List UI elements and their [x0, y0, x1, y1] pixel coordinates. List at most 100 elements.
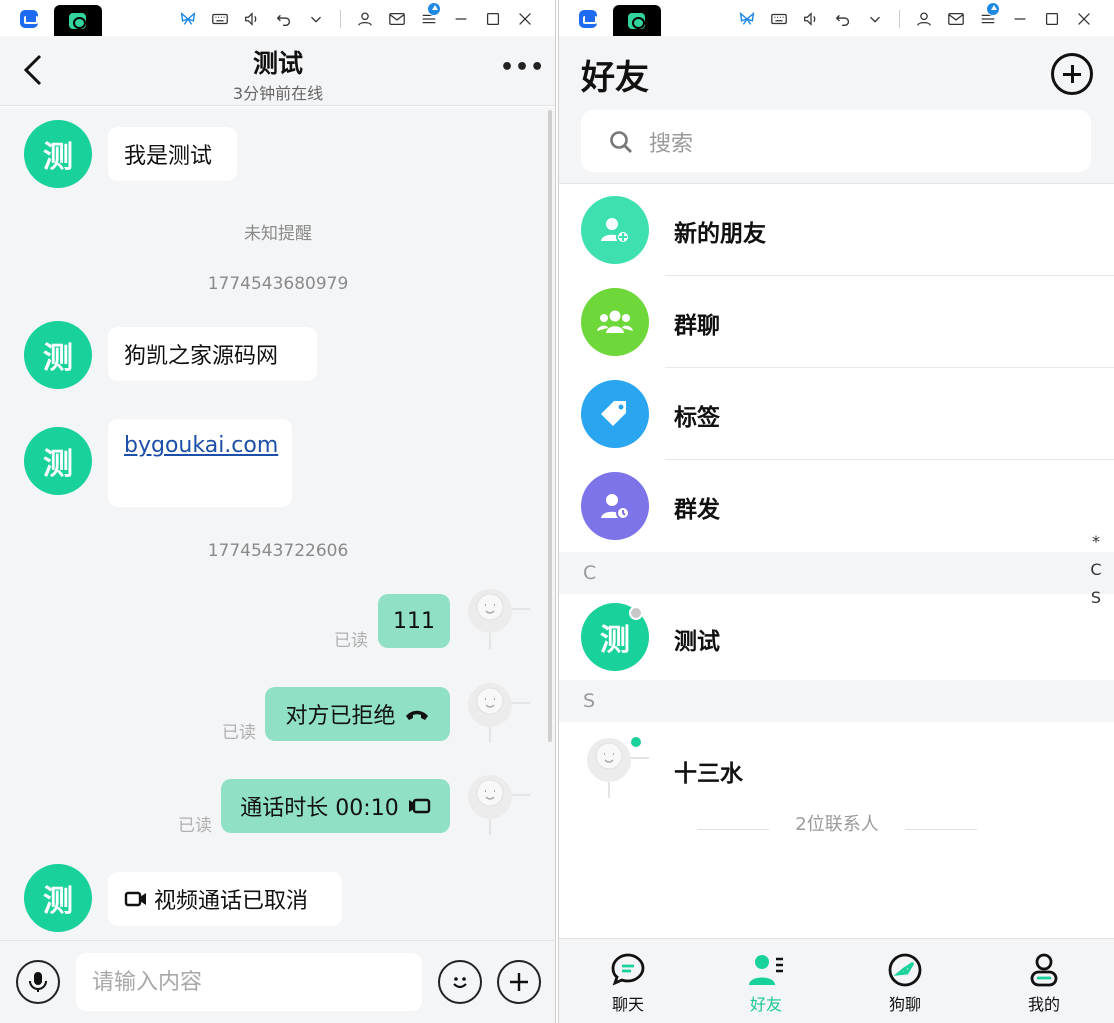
titlebar-separator [340, 10, 341, 28]
call-duration-text: 通话时长 00:10 [240, 796, 399, 821]
timestamp: 1774543722606 [207, 541, 349, 561]
nav-label: 好友 [749, 995, 782, 1014]
app-tab[interactable] [54, 5, 102, 36]
avatar[interactable]: 测 [24, 120, 92, 188]
more-button[interactable]: ••• [500, 57, 544, 84]
minimize-icon[interactable] [1004, 8, 1036, 30]
video-camera-icon [124, 891, 146, 907]
video-cancelled-text: 视频通话已取消 [154, 889, 309, 914]
minimize-icon[interactable] [445, 8, 477, 30]
nav-chat[interactable]: 聊天 [583, 947, 673, 1019]
online-status-dot [629, 735, 643, 749]
titlebar-separator [899, 10, 900, 28]
nav-goulao[interactable]: 狗聊 [860, 947, 950, 1019]
contact-name: 测试 [674, 629, 720, 655]
undo-icon[interactable] [827, 8, 859, 30]
bottom-nav: 聊天 好友 狗聊 我的 [559, 938, 1114, 1023]
read-status: 已读 [222, 723, 256, 743]
page-title: 好友 [581, 58, 649, 98]
window-titlebar [559, 0, 1114, 36]
user-icon[interactable] [908, 8, 940, 30]
nav-me[interactable]: 我的 [999, 947, 1089, 1019]
user-icon[interactable] [349, 8, 381, 30]
section-letter: C [583, 562, 597, 584]
avatar[interactable]: 测 [24, 321, 92, 389]
message-bubble[interactable]: 111 [378, 594, 450, 648]
entry-label: 群发 [674, 497, 720, 523]
section-header: C [559, 552, 1114, 594]
volume-icon[interactable] [795, 8, 827, 30]
video-cancelled-bubble[interactable]: 视频通话已取消 [108, 872, 342, 926]
self-avatar-icon[interactable] [462, 677, 532, 747]
close-icon[interactable] [509, 8, 541, 30]
self-avatar-icon[interactable] [462, 769, 532, 839]
app-tab[interactable] [613, 5, 661, 36]
call-duration-bubble[interactable]: 通话时长 00:10 [221, 779, 450, 833]
index-letter[interactable]: C [1088, 556, 1104, 584]
tag-icon [581, 380, 649, 448]
search-input[interactable]: 搜索 [581, 110, 1091, 172]
nav-label: 狗聊 [888, 995, 921, 1014]
message-link[interactable]: bygoukai.com [124, 433, 278, 458]
undo-icon[interactable] [268, 8, 300, 30]
entry-label: 新的朋友 [674, 221, 766, 247]
message-bubble[interactable]: 我是测试 [108, 127, 237, 181]
nav-label: 我的 [1027, 995, 1060, 1014]
menu-icon[interactable] [972, 2, 1004, 30]
butterfly-icon[interactable] [731, 8, 763, 30]
contact-name: 十三水 [674, 761, 743, 787]
hang-up-icon [405, 710, 428, 720]
contact-item[interactable]: 十三水 [559, 722, 1114, 812]
mail-icon[interactable] [940, 8, 972, 30]
voice-button[interactable] [16, 960, 60, 1004]
keyboard-icon[interactable] [763, 8, 795, 30]
maximize-icon[interactable] [477, 8, 509, 30]
avatar[interactable]: 测 [24, 427, 92, 495]
nav-label: 聊天 [611, 995, 644, 1014]
entry-group-chat[interactable]: 群聊 [559, 276, 1114, 368]
call-rejected-bubble[interactable]: 对方已拒绝 [265, 687, 450, 741]
volume-icon[interactable] [236, 8, 268, 30]
maximize-icon[interactable] [1036, 8, 1068, 30]
entry-broadcast[interactable]: 群发 [559, 460, 1114, 552]
friends-header: 好友 搜索 [559, 36, 1114, 184]
attach-button[interactable] [497, 960, 541, 1004]
avatar[interactable]: 测 [24, 864, 92, 932]
chevron-down-icon[interactable] [859, 8, 891, 30]
profile-icon [1030, 953, 1058, 987]
keyboard-icon[interactable] [204, 8, 236, 30]
timestamp: 1774543680979 [207, 274, 349, 294]
message-list[interactable]: 测 我是测试 未知提醒 1774543680979 测 狗凯之家源码网 测 by… [0, 107, 555, 940]
system-notice: 未知提醒 [244, 224, 312, 244]
chevron-down-icon[interactable] [300, 8, 332, 30]
offline-status-dot [629, 606, 643, 620]
chat-app-icon [69, 13, 86, 29]
index-letter[interactable]: S [1088, 584, 1104, 612]
microphone-icon [29, 972, 47, 992]
read-status: 已读 [334, 631, 368, 651]
video-call-icon [408, 798, 430, 814]
butterfly-icon[interactable] [172, 8, 204, 30]
contact-item[interactable]: 测 测试 [559, 594, 1114, 680]
alphabet-index[interactable]: * C S [1088, 528, 1104, 612]
new-friend-icon [581, 196, 649, 264]
entry-tags[interactable]: 标签 [559, 368, 1114, 460]
update-badge-icon [427, 2, 441, 16]
mail-icon[interactable] [381, 8, 413, 30]
close-icon[interactable] [1068, 8, 1100, 30]
self-avatar-icon[interactable] [462, 583, 532, 653]
compass-icon [888, 953, 922, 987]
message-bubble[interactable]: 狗凯之家源码网 [108, 327, 317, 381]
add-friend-button[interactable] [1051, 53, 1093, 95]
chat-header: 测试 3分钟前在线 ••• [0, 36, 555, 106]
scrollbar[interactable] [548, 110, 552, 742]
friends-active-icon [749, 955, 783, 985]
emoji-button[interactable] [438, 960, 482, 1004]
entry-label: 群聊 [674, 313, 720, 339]
menu-icon[interactable] [413, 2, 445, 30]
index-letter[interactable]: * [1088, 528, 1104, 556]
nav-friends[interactable]: 好友 [721, 947, 811, 1019]
entry-new-friends[interactable]: 新的朋友 [559, 184, 1114, 276]
message-input[interactable] [76, 953, 422, 1011]
link-message-bubble[interactable]: bygoukai.com [108, 419, 292, 507]
